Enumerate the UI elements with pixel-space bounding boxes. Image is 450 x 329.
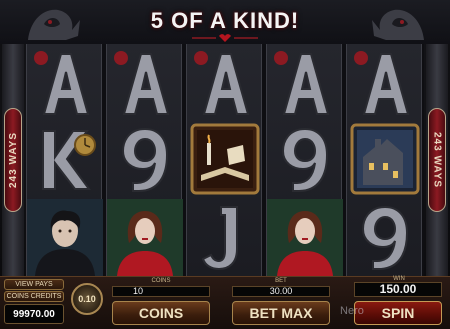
reel-5 xyxy=(346,44,422,276)
symbol-nine-icon xyxy=(267,121,343,198)
coins-credits-toggle[interactable]: COINS CREDITS xyxy=(4,291,64,302)
coin-size-dial[interactable]: 0.10 xyxy=(71,283,103,315)
reel-grid xyxy=(26,44,424,276)
symbol-jack-icon xyxy=(187,199,263,276)
symbol-ace-icon xyxy=(27,44,103,121)
control-panel: VIEW PAYS COINS CREDITS 99970.00 0.10 CO… xyxy=(0,276,450,329)
watermark: Nero xyxy=(340,305,364,317)
spin-button[interactable]: SPIN xyxy=(354,301,442,325)
symbol-book-scatter-icon xyxy=(187,121,263,198)
symbol-king-icon xyxy=(27,121,103,198)
symbol-ace-icon xyxy=(267,44,343,121)
symbol-vampire-man-icon xyxy=(27,199,103,276)
bet-max-button[interactable]: BET MAX xyxy=(232,301,330,325)
heart-ornament-icon xyxy=(192,34,258,42)
coin-size-value: 0.10 xyxy=(78,294,96,304)
header: 5 OF A KIND! xyxy=(0,0,450,44)
symbol-vampire-woman-icon xyxy=(107,199,183,276)
coins-label: COINS xyxy=(151,278,171,284)
view-pays-button[interactable]: VIEW PAYS xyxy=(4,279,64,290)
symbol-nine-icon xyxy=(107,121,183,198)
reel-1 xyxy=(26,44,103,276)
coins-value: 10 xyxy=(112,286,210,297)
symbol-ace-icon xyxy=(187,44,263,121)
coins-button[interactable]: COINS xyxy=(112,301,210,325)
right-pillar: 243 WAYS xyxy=(426,44,448,276)
ways-text-right: 243 WAYS xyxy=(431,132,443,188)
balance-display: 99970.00 xyxy=(4,304,64,324)
bet-value: 30.00 xyxy=(232,286,330,297)
win-value: 150.00 xyxy=(354,282,442,297)
reel-4 xyxy=(266,44,343,276)
reel-3 xyxy=(186,44,262,276)
ways-badge-left: 243 WAYS xyxy=(4,108,22,212)
reel-2 xyxy=(106,44,183,276)
slot-game-window: 5 OF A KIND! 243 WAYS 243 WAYS VIEW PAYS… xyxy=(0,0,450,329)
win-banner: 5 OF A KIND! xyxy=(150,8,300,33)
symbol-ace-icon xyxy=(107,44,183,121)
symbol-mansion-icon xyxy=(347,121,423,198)
ways-text-left: 243 WAYS xyxy=(7,132,19,188)
bet-label: BET xyxy=(275,278,287,284)
left-pillar: 243 WAYS xyxy=(2,44,24,276)
symbol-nine-icon xyxy=(347,199,423,276)
symbol-vampire-woman-icon xyxy=(267,199,343,276)
symbol-ace-icon xyxy=(347,44,423,121)
ways-badge-right: 243 WAYS xyxy=(428,108,446,212)
